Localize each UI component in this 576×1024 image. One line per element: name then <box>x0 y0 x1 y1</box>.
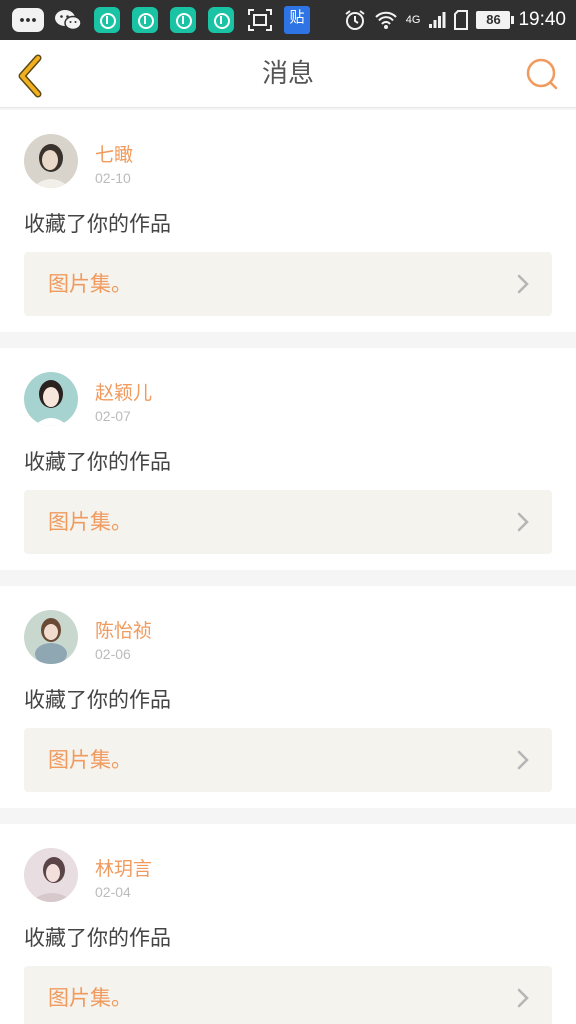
status-bar: 贴 4G 86 19:40 <box>0 0 576 40</box>
message-date: 02-04 <box>95 884 131 900</box>
work-link[interactable]: 图片集。 <box>24 490 552 554</box>
signal-icon <box>429 12 446 28</box>
clock: 19:40 <box>518 9 566 30</box>
app-header: 消息 <box>0 40 576 108</box>
upload-notification-icon <box>170 7 196 33</box>
wifi-icon <box>375 11 397 29</box>
avatar[interactable] <box>24 610 78 664</box>
upload-notification-icon <box>132 7 158 33</box>
network-type-label: 4G <box>405 14 421 26</box>
screenshot-icon <box>248 9 272 31</box>
work-link[interactable]: 图片集。 <box>24 252 552 316</box>
avatar[interactable] <box>24 372 78 426</box>
work-title: 图片集。 <box>48 272 132 296</box>
message-date: 02-10 <box>95 170 131 186</box>
chevron-right-icon <box>517 512 529 532</box>
message-action: 收藏了你的作品 <box>24 212 171 236</box>
user-name[interactable]: 七瞰 <box>95 140 133 167</box>
message-action: 收藏了你的作品 <box>24 450 171 474</box>
battery-indicator: 86 <box>476 11 515 29</box>
chevron-right-icon <box>517 988 529 1008</box>
message-notification-icon <box>12 8 44 32</box>
work-link[interactable]: 图片集。 <box>24 728 552 792</box>
list-item: 七瞰 02-10 收藏了你的作品 图片集。 <box>0 110 576 332</box>
message-list: 七瞰 02-10 收藏了你的作品 图片集。 赵颖儿 02-07 收藏了你的作品 … <box>0 110 576 1024</box>
user-name[interactable]: 赵颖儿 <box>95 378 152 405</box>
wechat-icon <box>55 10 82 31</box>
message-date: 02-07 <box>95 408 131 424</box>
page-title: 消息 <box>261 59 314 89</box>
list-item: 陈怡祯 02-06 收藏了你的作品 图片集。 <box>0 586 576 808</box>
user-name[interactable]: 林玥言 <box>95 854 152 881</box>
message-action: 收藏了你的作品 <box>24 926 171 950</box>
message-action: 收藏了你的作品 <box>24 688 171 712</box>
work-link[interactable]: 图片集。 <box>24 966 552 1024</box>
avatar[interactable] <box>24 134 78 188</box>
status-indicators: 4G 86 19:40 <box>344 0 566 40</box>
chevron-right-icon <box>517 750 529 770</box>
work-title: 图片集。 <box>48 748 132 772</box>
avatar[interactable] <box>24 848 78 902</box>
upload-notification-icon <box>94 7 120 33</box>
work-title: 图片集。 <box>48 510 132 534</box>
upload-notification-icon <box>208 7 234 33</box>
list-item: 赵颖儿 02-07 收藏了你的作品 图片集。 <box>0 348 576 570</box>
sim-icon <box>454 10 469 30</box>
user-name[interactable]: 陈怡祯 <box>95 616 152 643</box>
work-title: 图片集。 <box>48 986 132 1010</box>
search-icon[interactable] <box>522 54 562 94</box>
tieba-icon: 贴 <box>284 6 310 34</box>
list-item: 林玥言 02-04 收藏了你的作品 图片集。 <box>0 824 576 1024</box>
alarm-icon <box>345 10 365 30</box>
message-date: 02-06 <box>95 646 131 662</box>
chevron-right-icon <box>517 274 529 294</box>
